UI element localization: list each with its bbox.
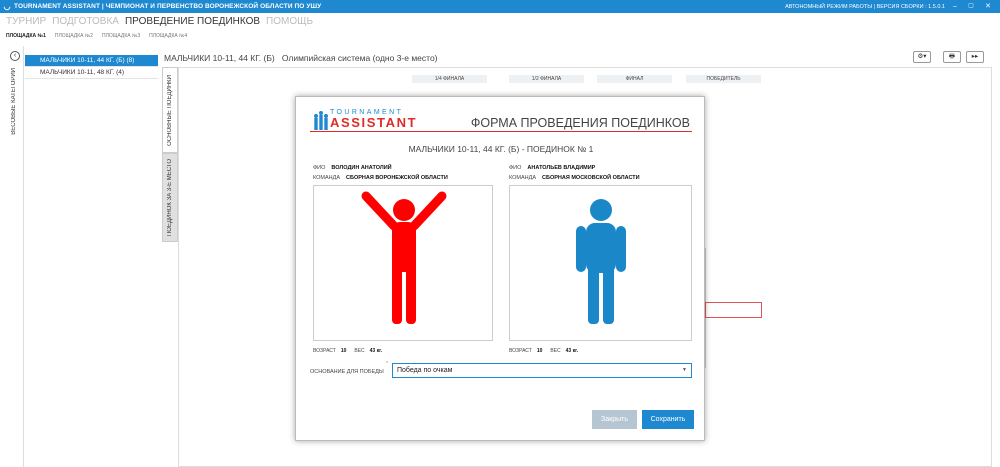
tab-platform-4[interactable]: ПЛОЩАДКА №4 xyxy=(149,33,187,39)
tab-main-fights-label: ОСНОВНЫЕ ПОЕДИНКИ xyxy=(167,74,173,146)
red-fighter-panel[interactable] xyxy=(313,185,493,341)
platform-tabs: ПЛОЩАДКА №1 ПЛОЩАДКА №2 ПЛОЩАДКА №3 ПЛОЩ… xyxy=(6,33,187,39)
red-age-label: ВОЗРАСТ xyxy=(313,348,336,354)
win-reason-value: Победа по очкам xyxy=(397,367,453,374)
red-name: ВОЛОДИН АНАТОЛИЙ xyxy=(331,165,392,171)
blue-weight: 43 кг. xyxy=(565,348,579,354)
blue-name-label: ФИО xyxy=(509,165,522,171)
title-divider xyxy=(310,131,692,132)
category-sidebar-strip: ‹ ВЕСОВЫЕ КАТЕГОРИИ xyxy=(6,46,24,467)
tab-platform-1[interactable]: ПЛОЩАДКА №1 xyxy=(6,33,46,39)
menu-help[interactable]: ПОМОЩЬ xyxy=(266,16,313,27)
tab-third-place[interactable]: ПОЕДИНОК ЗА 3-Е МЕСТО xyxy=(162,153,178,242)
print-button[interactable]: 🖶 xyxy=(943,51,961,63)
blue-info: ВОЗРАСТ 10 ВЕС 43 кг. xyxy=(509,348,586,354)
category-title: МАЛЬЧИКИ 10-11, 44 КГ. (Б) xyxy=(164,53,275,63)
close-button[interactable]: Закрыть xyxy=(592,410,637,429)
tab-platform-2[interactable]: ПЛОЩАДКА №2 xyxy=(55,33,93,39)
category-list: МАЛЬЧИКИ 10-11, 44 КГ. (Б) (8) МАЛЬЧИКИ … xyxy=(25,55,158,79)
winner-slot[interactable] xyxy=(705,302,762,318)
collapse-sidebar-button[interactable]: ‹ xyxy=(10,51,20,61)
category-item[interactable]: МАЛЬЧИКИ 10-11, 44 КГ. (Б) (8) xyxy=(25,55,158,67)
sidebar-label: ВЕСОВЫЕ КАТЕГОРИИ xyxy=(11,68,17,135)
blue-age: 10 xyxy=(536,348,543,354)
stage-quarterfinal: 1/4 ФИНАЛА xyxy=(412,75,487,83)
red-info: ВОЗРАСТ 10 ВЕС 43 кг. xyxy=(313,348,390,354)
chevron-down-icon: ▼ xyxy=(682,367,687,373)
brand-logo: TOURNAMENT ASSISTANT xyxy=(312,109,427,131)
blue-team: СБОРНАЯ МОСКОВСКОЙ ОБЛАСТИ xyxy=(542,175,640,181)
fight-title: МАЛЬЧИКИ 10-11, 44 КГ. (Б) - ПОЕДИНОК № … xyxy=(408,144,594,154)
tab-main-fights[interactable]: ОСНОВНЫЕ ПОЕДИНКИ xyxy=(162,67,178,153)
maximize-button[interactable]: ▢ xyxy=(964,0,978,13)
win-reason-label: ОСНОВАНИЕ ДЛЯ ПОБЕДЫ xyxy=(310,369,384,375)
minimize-button[interactable]: – xyxy=(948,0,962,13)
red-name-field: ФИО ВОЛОДИН АНАТОЛИЙ xyxy=(313,165,392,171)
blue-team-label: КОМАНДА xyxy=(509,175,537,181)
blue-fighter-figure-icon xyxy=(576,199,626,324)
main-menu: ТУРНИР ПОДГОТОВКА ПРОВЕДЕНИЕ ПОЕДИНКОВ П… xyxy=(6,16,313,27)
blue-weight-label: ВЕС xyxy=(550,348,561,354)
next-button[interactable]: ▸▸ xyxy=(966,51,984,63)
blue-name: АНАТОЛЬЕВ ВЛАДИМИР xyxy=(527,165,596,171)
menu-tournament[interactable]: ТУРНИР xyxy=(6,16,46,27)
app-logo-icon: ◡ xyxy=(3,2,11,11)
settings-dropdown-button[interactable]: ⚙▾ xyxy=(913,51,931,63)
mode-version-label: АВТОНОМНЫЙ РЕЖИМ РАБОТЫ | ВЕРСИЯ СБОРКИ … xyxy=(785,3,945,10)
win-reason-select[interactable]: Победа по очкам ▼ xyxy=(392,363,692,378)
system-title: Олимпийская система (одно 3-е место) xyxy=(281,53,438,63)
dialog-title: ФОРМА ПРОВЕДЕНИЯ ПОЕДИНКОВ xyxy=(470,116,690,130)
brand-people-icon xyxy=(314,111,328,130)
required-marker: * xyxy=(386,361,388,367)
menu-preparation[interactable]: ПОДГОТОВКА xyxy=(52,16,119,27)
stage-winner: ПОБЕДИТЕЛЬ xyxy=(686,75,761,83)
tab-platform-3[interactable]: ПЛОЩАДКА №3 xyxy=(102,33,140,39)
app-title: TOURNAMENT ASSISTANT | ЧЕМПИОНАТ И ПЕРВЕ… xyxy=(14,3,322,10)
category-item[interactable]: МАЛЬЧИКИ 10-11, 48 КГ. (4) xyxy=(25,67,158,79)
fight-form-dialog: TOURNAMENT ASSISTANT ФОРМА ПРОВЕДЕНИЯ ПО… xyxy=(295,96,705,441)
blue-fighter-panel[interactable] xyxy=(509,185,692,341)
blue-team-field: КОМАНДА СБОРНАЯ МОСКОВСКОЙ ОБЛАСТИ xyxy=(509,175,640,181)
red-name-label: ФИО xyxy=(313,165,326,171)
red-team-label: КОМАНДА xyxy=(313,175,341,181)
tab-third-place-label: ПОЕДИНОК ЗА 3-Е МЕСТО xyxy=(167,158,173,236)
bracket-header: МАЛЬЧИКИ 10-11, 44 КГ. (Б) Олимпийская с… xyxy=(164,53,438,63)
stage-final: ФИНАЛ xyxy=(597,75,672,83)
red-fighter-figure-icon xyxy=(361,191,447,324)
save-button[interactable]: Сохранить xyxy=(642,410,694,429)
menu-fights[interactable]: ПРОВЕДЕНИЕ ПОЕДИНКОВ xyxy=(125,16,260,27)
title-bar: ◡ TOURNAMENT ASSISTANT | ЧЕМПИОНАТ И ПЕР… xyxy=(0,0,1000,13)
brand-main-text: ASSISTANT xyxy=(330,115,418,130)
red-weight-label: ВЕС xyxy=(354,348,365,354)
red-team-field: КОМАНДА СБОРНАЯ ВОРОНЕЖСКОЙ ОБЛАСТИ xyxy=(313,175,448,181)
close-window-button[interactable]: ✕ xyxy=(981,0,995,13)
stage-semifinal: 1/2 ФИНАЛА xyxy=(509,75,584,83)
red-team: СБОРНАЯ ВОРОНЕЖСКОЙ ОБЛАСТИ xyxy=(346,175,448,181)
blue-name-field: ФИО АНАТОЛЬЕВ ВЛАДИМИР xyxy=(509,165,595,171)
red-age: 10 xyxy=(340,348,347,354)
red-weight: 43 кг. xyxy=(369,348,383,354)
blue-age-label: ВОЗРАСТ xyxy=(509,348,532,354)
